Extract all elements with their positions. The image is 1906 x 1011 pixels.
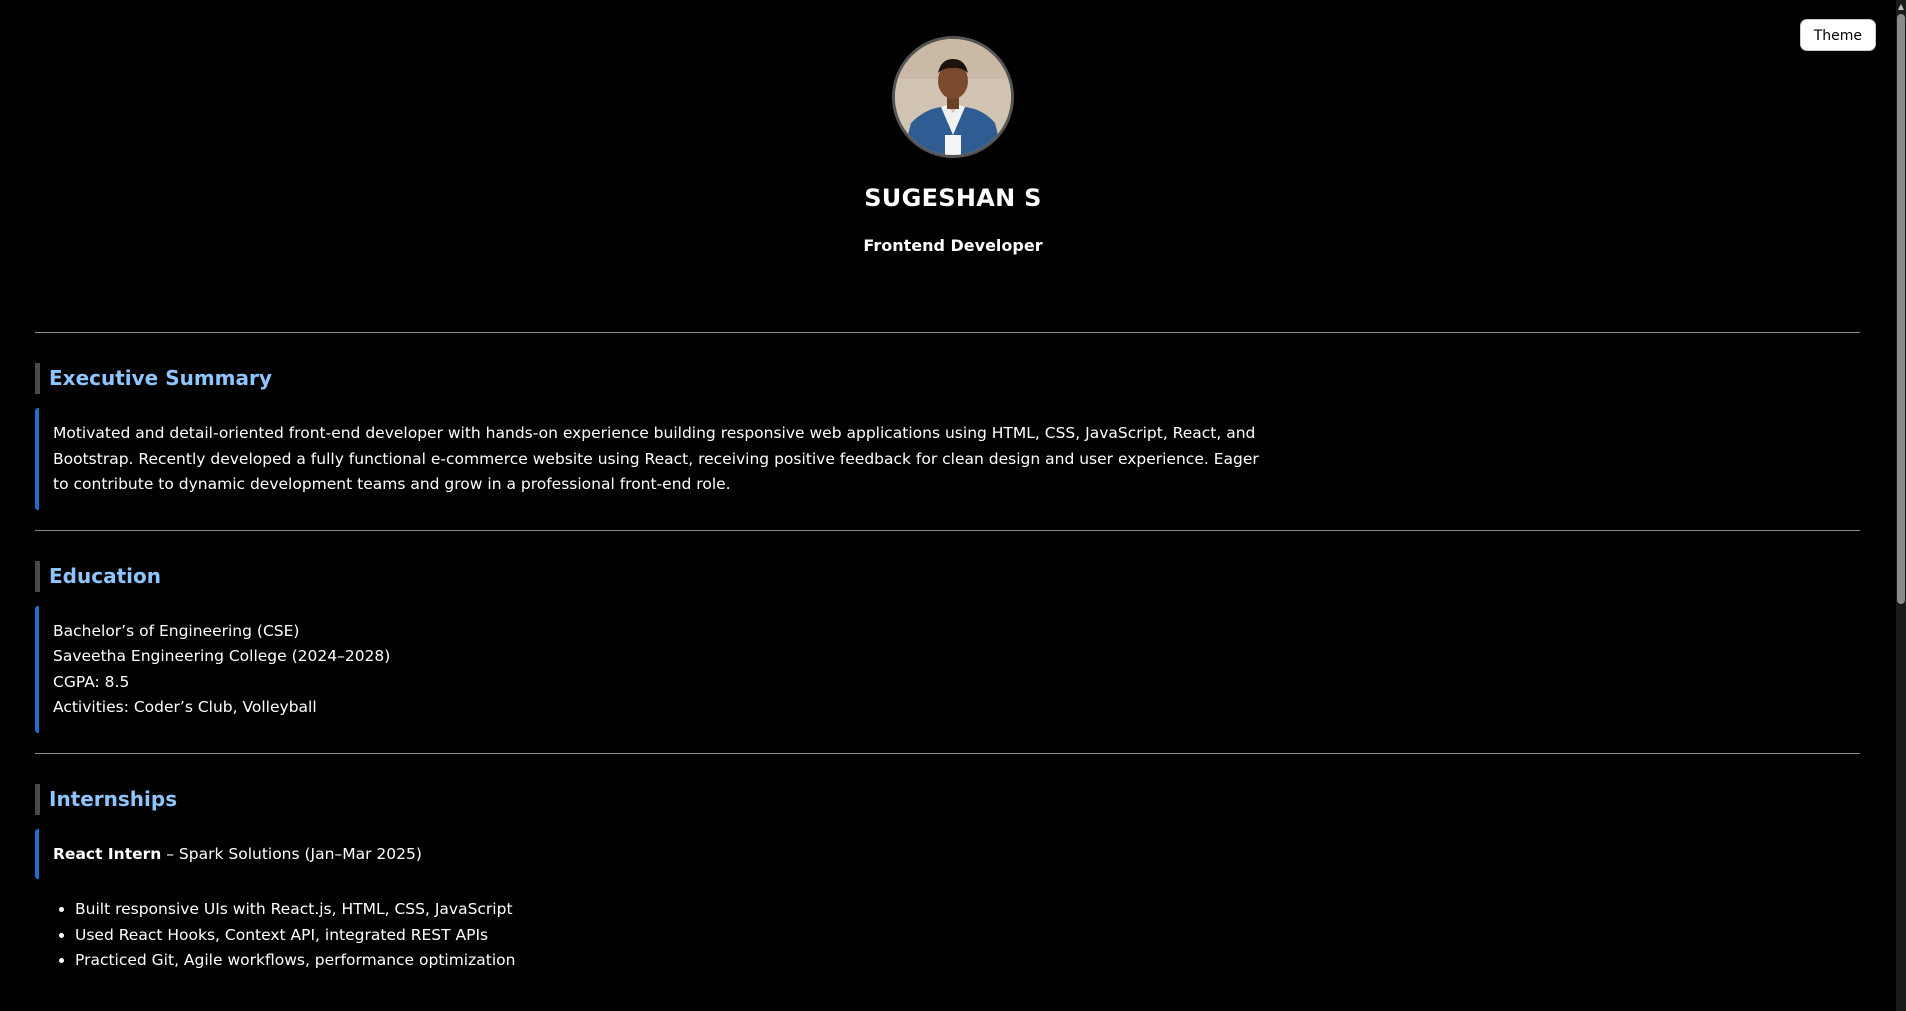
internship-card: React Intern – Spark Solutions (Jan–Mar … bbox=[35, 828, 1287, 879]
internship-bullets: Built responsive UIs with React.js, HTML… bbox=[35, 897, 1860, 974]
education-section: Education Bachelor’s of Engineering (CSE… bbox=[35, 531, 1860, 753]
profile-header: SUGESHAN S Frontend Developer bbox=[0, 0, 1906, 255]
scrollbar-thumb[interactable] bbox=[1897, 14, 1905, 604]
scrollbar[interactable]: ▲ bbox=[1896, 0, 1906, 1011]
summary-text: Motivated and detail-oriented front-end … bbox=[53, 424, 1259, 493]
list-item: Practiced Git, Agile workflows, performa… bbox=[75, 948, 1860, 974]
internship-heading: React Intern – Spark Solutions (Jan–Mar … bbox=[53, 842, 1273, 868]
summary-card: Motivated and detail-oriented front-end … bbox=[35, 408, 1287, 510]
avatar bbox=[892, 36, 1014, 158]
resume-content: Executive Summary Motivated and detail-o… bbox=[35, 332, 1860, 974]
profile-name: SUGESHAN S bbox=[864, 184, 1042, 212]
education-activities: Activities: Coder’s Club, Volleyball bbox=[53, 698, 317, 716]
education-cgpa: CGPA: 8.5 bbox=[53, 672, 130, 691]
list-item: Built responsive UIs with React.js, HTML… bbox=[75, 897, 1860, 923]
scroll-up-arrow-icon[interactable]: ▲ bbox=[1897, 2, 1905, 12]
executive-summary-section: Executive Summary Motivated and detail-o… bbox=[35, 333, 1860, 530]
resume-page: Theme ▲ SUGESHAN S Frontend Developer Ex… bbox=[0, 0, 1906, 1011]
education-college: Saveetha Engineering College (2024–2028) bbox=[53, 647, 391, 665]
section-title-executive-summary: Executive Summary bbox=[35, 363, 1860, 394]
theme-toggle-button[interactable]: Theme bbox=[1799, 19, 1876, 51]
avatar-photo bbox=[895, 39, 1011, 155]
list-item: Used React Hooks, Context API, integrate… bbox=[75, 923, 1860, 949]
section-title-internships: Internships bbox=[35, 783, 1860, 815]
profile-role: Frontend Developer bbox=[863, 236, 1043, 255]
internship-company: – Spark Solutions (Jan–Mar 2025) bbox=[161, 844, 422, 863]
education-degree: Bachelor’s of Engineering (CSE) bbox=[53, 621, 300, 640]
internships-section: Internships React Intern – Spark Solutio… bbox=[35, 754, 1860, 974]
education-card: Bachelor’s of Engineering (CSE) Saveetha… bbox=[35, 605, 1287, 733]
section-title-education: Education bbox=[35, 560, 1860, 592]
internship-position: React Intern bbox=[53, 844, 162, 863]
